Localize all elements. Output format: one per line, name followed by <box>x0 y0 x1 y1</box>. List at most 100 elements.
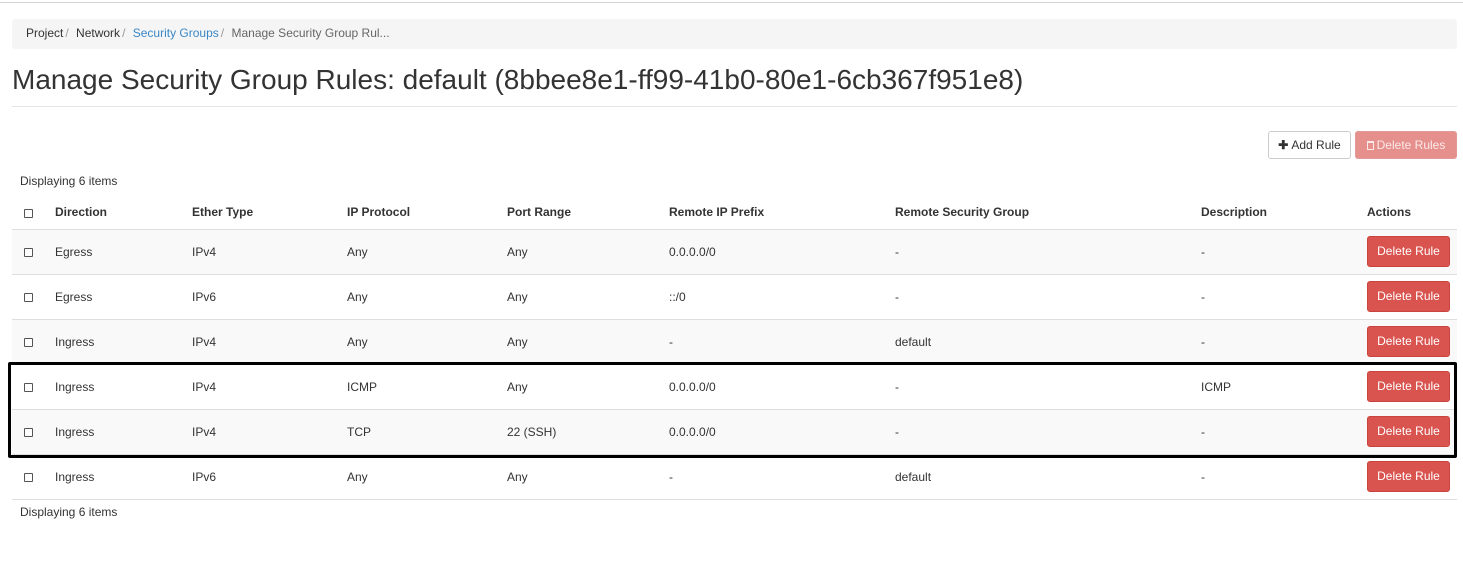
cell-direction: Ingress <box>47 319 184 365</box>
rules-table: Direction Ether Type IP Protocol Port Ra… <box>12 196 1457 500</box>
cell-actions: Delete Rule <box>1359 319 1457 365</box>
delete-rules-label: Delete Rules <box>1376 138 1446 152</box>
row-checkbox[interactable] <box>24 247 33 257</box>
delete-rules-button[interactable]: Delete Rules <box>1355 131 1457 159</box>
table-row: Ingress IPv4 ICMP Any 0.0.0.0/0 - ICMP D… <box>12 364 1457 410</box>
cell-remote-security-group: - <box>887 409 1193 455</box>
table-row: Egress IPv6 Any Any ::/0 - - Delete Rule <box>12 274 1457 320</box>
column-header-description[interactable]: Description <box>1193 196 1359 230</box>
cell-ip-protocol: Any <box>339 274 499 320</box>
cell-description: - <box>1193 409 1359 455</box>
cell-description: - <box>1193 454 1359 500</box>
column-header-remote-security-group[interactable]: Remote Security Group <box>887 196 1193 230</box>
cell-ether-type: IPv4 <box>184 409 339 455</box>
cell-actions: Delete Rule <box>1359 229 1457 275</box>
cell-ip-protocol: Any <box>339 229 499 275</box>
cell-remote-ip-prefix: - <box>661 454 887 500</box>
select-all-checkbox[interactable] <box>24 208 33 218</box>
select-all-cell <box>12 196 47 230</box>
cell-description: ICMP <box>1193 364 1359 410</box>
row-checkbox[interactable] <box>24 292 33 302</box>
cell-ip-protocol: Any <box>339 319 499 365</box>
delete-rule-button[interactable]: Delete Rule <box>1367 326 1450 357</box>
row-select-cell <box>12 319 47 365</box>
delete-rule-button[interactable]: Delete Rule <box>1367 461 1450 492</box>
cell-port-range: Any <box>499 454 661 500</box>
delete-rule-button[interactable]: Delete Rule <box>1367 416 1450 447</box>
cell-direction: Ingress <box>47 364 184 410</box>
delete-rule-button[interactable]: Delete Rule <box>1367 371 1450 402</box>
cell-actions: Delete Rule <box>1359 454 1457 500</box>
breadcrumb: Project / Network / Security Groups / Manag… <box>12 19 1457 49</box>
column-header-actions: Actions <box>1359 196 1457 230</box>
row-select-cell <box>12 454 47 500</box>
cell-port-range: Any <box>499 274 661 320</box>
cell-remote-ip-prefix: ::/0 <box>661 274 887 320</box>
delete-rule-button[interactable]: Delete Rule <box>1367 236 1450 267</box>
cell-port-range: Any <box>499 364 661 410</box>
row-checkbox[interactable] <box>24 472 33 482</box>
item-count-top: Displaying 6 items <box>20 174 118 188</box>
cell-remote-ip-prefix: 0.0.0.0/0 <box>661 364 887 410</box>
row-select-cell <box>12 409 47 455</box>
column-header-ether-type[interactable]: Ether Type <box>184 196 339 230</box>
cell-direction: Ingress <box>47 409 184 455</box>
trash-icon <box>1366 141 1374 150</box>
row-checkbox[interactable] <box>24 337 33 347</box>
top-border <box>0 0 1463 3</box>
cell-remote-security-group: - <box>887 229 1193 275</box>
item-count-bottom: Displaying 6 items <box>20 505 118 519</box>
breadcrumb-network[interactable]: Network <box>76 26 120 40</box>
table-row: Egress IPv4 Any Any 0.0.0.0/0 - - Delete… <box>12 229 1457 275</box>
cell-description: - <box>1193 319 1359 365</box>
cell-ether-type: IPv4 <box>184 319 339 365</box>
cell-remote-security-group: - <box>887 274 1193 320</box>
column-header-ip-protocol[interactable]: IP Protocol <box>339 196 499 230</box>
cell-ether-type: IPv6 <box>184 274 339 320</box>
table-row: Ingress IPv4 Any Any - default - Delete … <box>12 319 1457 365</box>
column-header-port-range[interactable]: Port Range <box>499 196 661 230</box>
page-title: Manage Security Group Rules: default (8b… <box>12 63 1457 107</box>
cell-direction: Ingress <box>47 454 184 500</box>
column-header-direction[interactable]: Direction <box>47 196 184 230</box>
breadcrumb-project[interactable]: Project <box>26 26 63 40</box>
breadcrumb-separator: / <box>220 26 225 40</box>
cell-actions: Delete Rule <box>1359 274 1457 320</box>
cell-remote-security-group: - <box>887 364 1193 410</box>
cell-port-range: Any <box>499 229 661 275</box>
cell-ether-type: IPv4 <box>184 229 339 275</box>
cell-remote-ip-prefix: - <box>661 319 887 365</box>
table-header-row: Direction Ether Type IP Protocol Port Ra… <box>12 196 1457 230</box>
cell-direction: Egress <box>47 274 184 320</box>
cell-remote-ip-prefix: 0.0.0.0/0 <box>661 229 887 275</box>
breadcrumb-separator: / <box>65 26 69 40</box>
cell-description: - <box>1193 274 1359 320</box>
row-checkbox[interactable] <box>24 427 33 437</box>
row-checkbox[interactable] <box>24 382 33 392</box>
cell-ip-protocol: TCP <box>339 409 499 455</box>
delete-rule-button[interactable]: Delete Rule <box>1367 281 1450 312</box>
cell-ip-protocol: Any <box>339 454 499 500</box>
breadcrumb-security-groups[interactable]: Security Groups <box>133 26 219 40</box>
cell-direction: Egress <box>47 229 184 275</box>
cell-ether-type: IPv4 <box>184 364 339 410</box>
breadcrumb-current: Manage Security Group Rul... <box>231 26 390 40</box>
cell-remote-ip-prefix: 0.0.0.0/0 <box>661 409 887 455</box>
table-row: Ingress IPv4 TCP 22 (SSH) 0.0.0.0/0 - - … <box>12 409 1457 455</box>
plus-icon: ✚ <box>1278 138 1289 152</box>
add-rule-label: Add Rule <box>1291 138 1341 152</box>
cell-ip-protocol: ICMP <box>339 364 499 410</box>
cell-remote-security-group: default <box>887 319 1193 365</box>
cell-actions: Delete Rule <box>1359 409 1457 455</box>
row-select-cell <box>12 274 47 320</box>
cell-port-range: Any <box>499 319 661 365</box>
column-header-remote-ip-prefix[interactable]: Remote IP Prefix <box>661 196 887 230</box>
add-rule-button[interactable]: ✚ Add Rule <box>1268 131 1351 159</box>
breadcrumb-separator: / <box>122 26 126 40</box>
cell-remote-security-group: default <box>887 454 1193 500</box>
cell-port-range: 22 (SSH) <box>499 409 661 455</box>
row-select-cell <box>12 364 47 410</box>
cell-description: - <box>1193 229 1359 275</box>
table-row: Ingress IPv6 Any Any - default - Delete … <box>12 454 1457 500</box>
cell-ether-type: IPv6 <box>184 454 339 500</box>
